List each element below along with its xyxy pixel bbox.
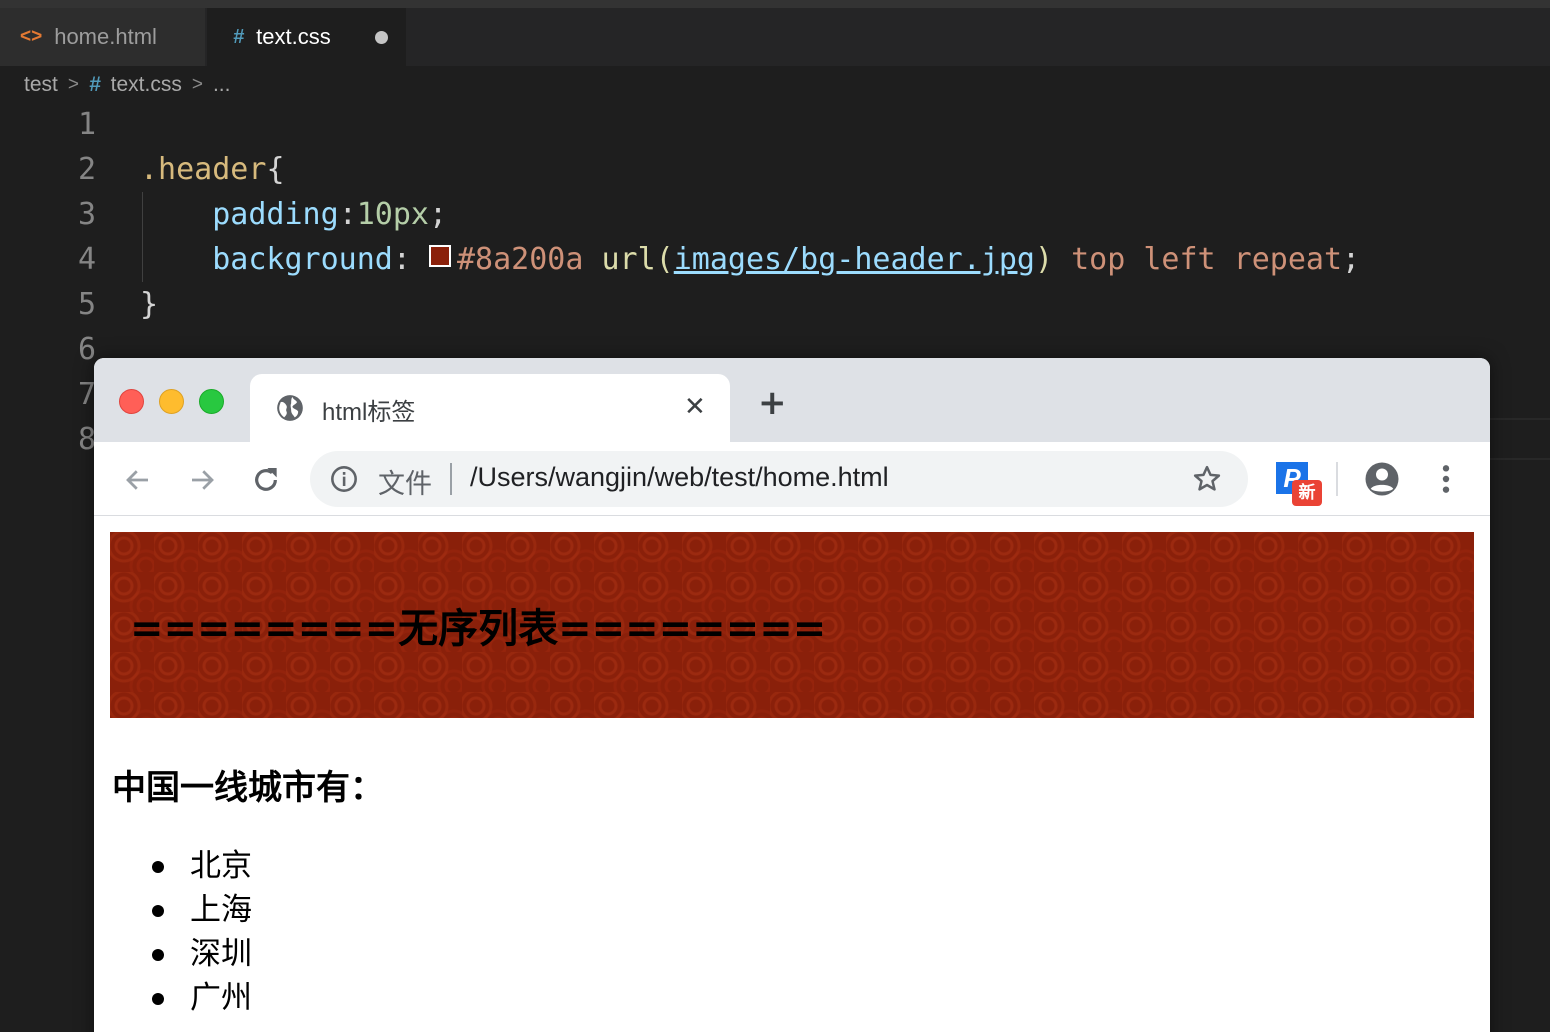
chevron-right-icon: > <box>191 74 203 95</box>
colon: : <box>392 242 411 277</box>
extension-badge: 新 <box>1292 480 1322 506</box>
breadcrumb-folder[interactable]: test <box>24 73 58 97</box>
css-function-close: ) <box>1034 242 1054 277</box>
line-number: 5 <box>77 287 96 322</box>
forward-button[interactable] <box>182 460 222 500</box>
new-tab-button[interactable]: + <box>758 386 787 420</box>
web-page-content: ========无序列表======== 中国一线城市有： 北京 上海 深圳 广… <box>94 516 1490 1032</box>
code-line-3: padding:10px; <box>140 192 447 237</box>
arrow-left-icon <box>126 470 148 490</box>
semicolon: ; <box>1342 242 1361 277</box>
browser-titlebar: html标签 ✕ + <box>94 358 1490 442</box>
list-item: 上海 <box>152 888 252 932</box>
bullet-icon <box>152 861 164 873</box>
maximize-window-button[interactable] <box>199 389 224 414</box>
code-line-4: background: #8a200a url(images/bg-header… <box>140 237 1360 282</box>
close-brace: } <box>140 287 159 322</box>
css-url-link[interactable]: images/bg-header.jpg <box>674 242 1035 277</box>
minimize-window-button[interactable] <box>159 389 184 414</box>
semicolon: ; <box>429 197 448 232</box>
css-file-icon: # <box>88 73 101 96</box>
tab-label: text.css <box>256 24 331 49</box>
tab-text-css[interactable]: # text.css <box>207 8 406 66</box>
tab-label: home.html <box>54 24 157 49</box>
current-line-highlight <box>1490 418 1550 460</box>
tab-close-icon[interactable]: ✕ <box>684 392 706 422</box>
bullet-icon <box>152 949 164 961</box>
more-menu-icon[interactable] <box>1434 463 1458 495</box>
css-function: url( <box>601 242 674 277</box>
arrow-right-icon <box>192 470 214 490</box>
code-area[interactable]: .header{ padding:10px; background: #8a20… <box>140 102 1360 372</box>
colon: : <box>338 197 357 232</box>
line-number: 1 <box>77 107 96 142</box>
breadcrumb-more[interactable]: ... <box>213 73 231 97</box>
bullet-icon <box>152 905 164 917</box>
browser-window: html标签 ✕ + 文件 /Users/wangjin/web/test/ho… <box>94 358 1490 1032</box>
list-item: 北京 <box>152 844 252 888</box>
page-heading: 中国一线城市有： <box>112 768 384 808</box>
tab-home-html[interactable]: <> home.html <box>0 8 206 66</box>
info-icon[interactable] <box>330 465 358 493</box>
url-text[interactable]: /Users/wangjin/web/test/home.html <box>470 462 889 493</box>
css-keyword-values: top left repeat <box>1071 242 1343 277</box>
css-selector: .header <box>140 152 267 187</box>
reload-button[interactable] <box>246 460 286 500</box>
css-property: padding <box>212 197 339 232</box>
line-number: 3 <box>77 197 96 232</box>
tab-title: html标签 <box>322 399 416 426</box>
globe-icon <box>277 395 303 421</box>
css-property: background <box>212 242 393 277</box>
page-header-title: ========无序列表======== <box>130 606 827 652</box>
browser-tab[interactable]: html标签 ✕ <box>250 374 730 442</box>
unsaved-dot-icon[interactable] <box>375 31 388 44</box>
color-swatch-icon[interactable] <box>429 245 451 267</box>
account-icon[interactable] <box>1364 461 1400 497</box>
bullet-icon <box>152 993 164 1005</box>
extension-button[interactable]: P 新 <box>1274 462 1322 506</box>
list-item-text: 上海 <box>190 892 252 928</box>
breadcrumb-file[interactable]: text.css <box>111 73 182 97</box>
code-line-5: } <box>140 282 158 327</box>
omnibox-divider <box>450 463 452 495</box>
list-item-text: 深圳 <box>190 936 252 972</box>
toolbar-separator <box>1336 462 1338 496</box>
city-list: 北京 上海 深圳 广州 <box>152 844 252 1020</box>
css-file-icon: # <box>233 25 245 48</box>
html-file-icon: <> <box>20 26 43 47</box>
chevron-right-icon: > <box>67 74 79 95</box>
css-color-value: #8a200a <box>457 242 584 277</box>
browser-toolbar: 文件 /Users/wangjin/web/test/home.html P 新 <box>94 442 1490 516</box>
bookmark-star-icon[interactable] <box>1192 464 1222 494</box>
editor-tab-bar: <> home.html # text.css <box>0 8 1550 66</box>
list-item-text: 北京 <box>190 848 252 884</box>
list-item: 深圳 <box>152 932 252 976</box>
css-number: 10px <box>356 197 429 232</box>
address-bar[interactable]: 文件 /Users/wangjin/web/test/home.html <box>310 451 1248 507</box>
page-header-banner: ========无序列表======== <box>110 532 1474 718</box>
title-strip <box>0 0 1550 8</box>
breadcrumb: test > # text.css > ... <box>24 70 230 100</box>
open-brace: { <box>266 152 285 187</box>
line-number: 4 <box>77 242 96 277</box>
list-item-text: 广州 <box>190 980 252 1016</box>
scheme-label: 文件 <box>378 469 432 499</box>
code-line-2: .header{ <box>140 147 285 192</box>
close-window-button[interactable] <box>119 389 144 414</box>
list-item: 广州 <box>152 976 252 1020</box>
back-button[interactable] <box>118 460 158 500</box>
reload-icon <box>255 468 277 491</box>
line-number: 2 <box>77 152 96 187</box>
